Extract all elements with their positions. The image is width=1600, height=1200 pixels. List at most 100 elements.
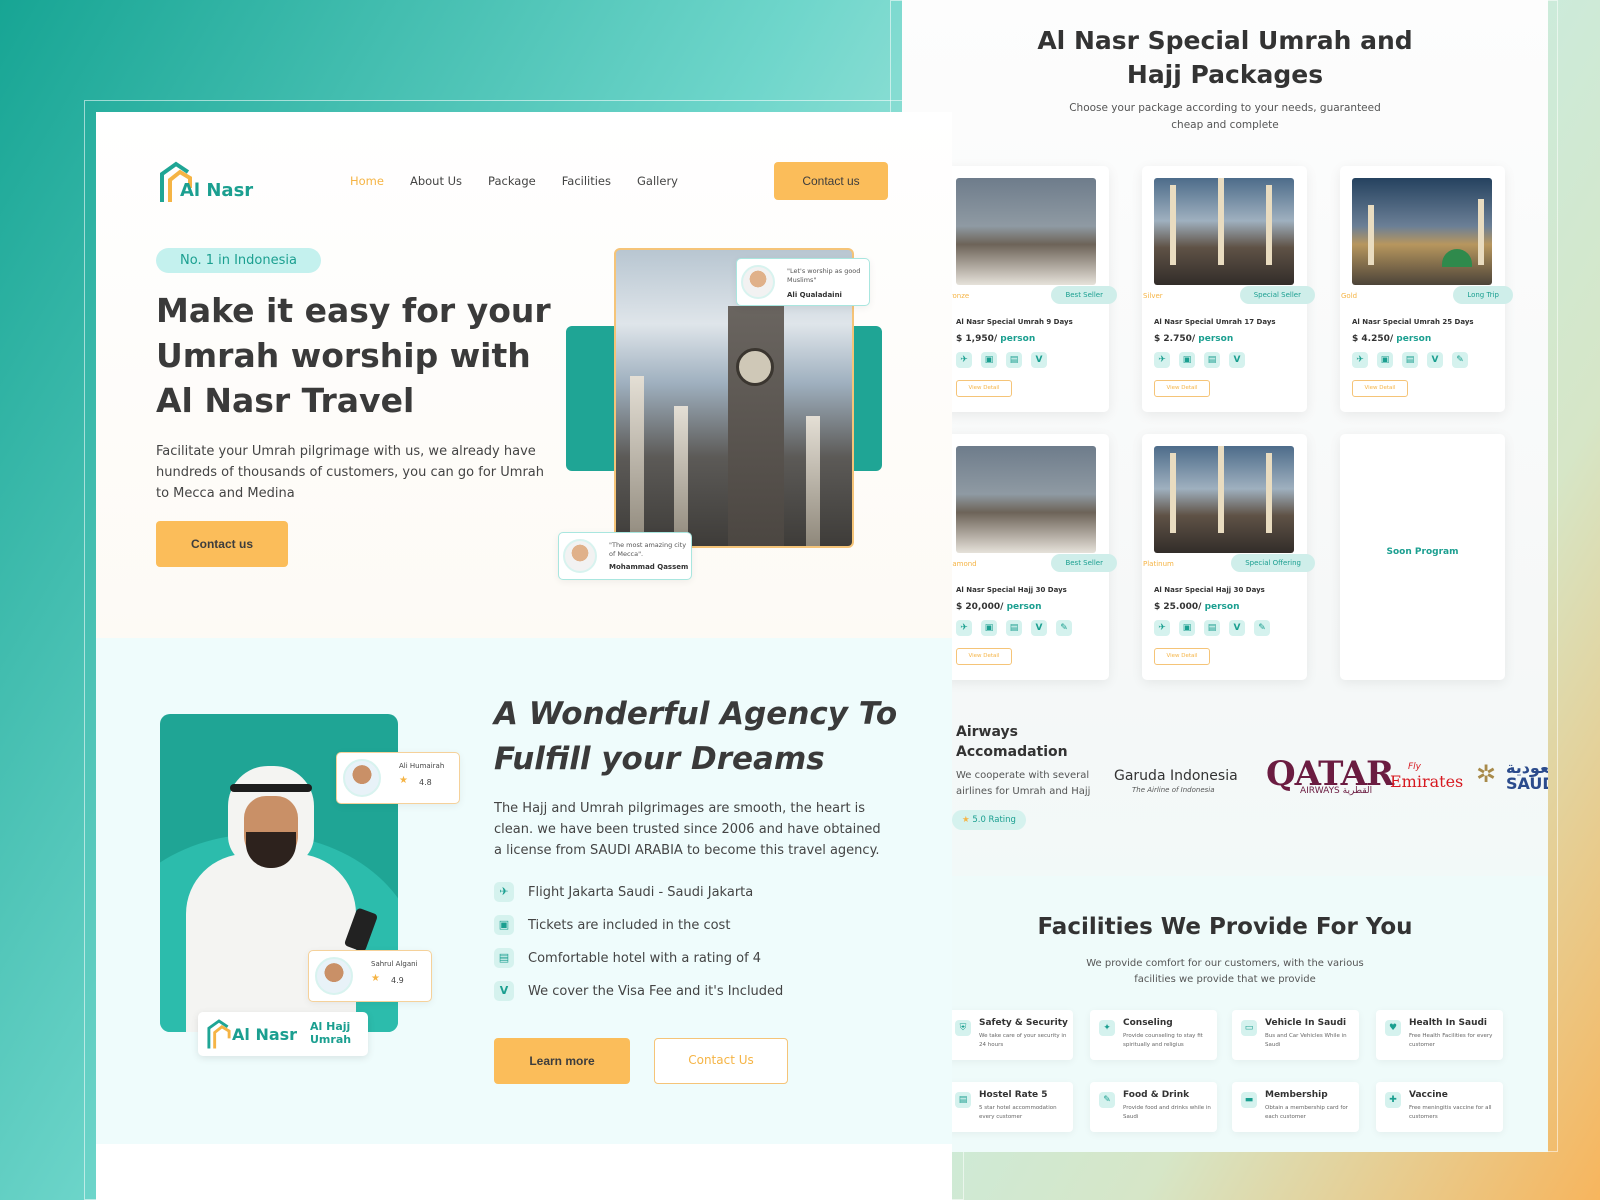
card-icon: ▬	[1241, 1092, 1257, 1108]
star-icon: ★	[371, 973, 380, 984]
package-badge: Best Seller	[1051, 286, 1117, 304]
view-detail-button[interactable]: View Detail	[1154, 648, 1210, 665]
learn-more-button[interactable]: Learn more	[494, 1038, 630, 1084]
packages-title: Al Nasr Special Umrah and Hajj Packages	[1037, 26, 1413, 89]
plane-icon: ✈	[1154, 620, 1170, 636]
syringe-icon: ✚	[1385, 1092, 1401, 1108]
emirates-logo-fly: Fly	[1408, 762, 1422, 772]
facility-card: ✚ Vaccine Free meningitis vaccine for al…	[1376, 1082, 1503, 1132]
view-detail-button[interactable]: View Detail	[1154, 380, 1210, 397]
nav-contact-button[interactable]: Contact us	[774, 162, 888, 200]
avatar	[741, 265, 775, 299]
package-amenities: ✈ ▣ ▤ V ✎	[1154, 620, 1270, 636]
package-card-diamond[interactable]: Diamond Best Seller Al Nasr Special Hajj…	[944, 434, 1117, 680]
facility-card: ♥ Health In Saudi Free Health Facilities…	[1376, 1010, 1503, 1060]
house-logo-icon	[207, 1019, 231, 1049]
airways-rating-badge: ★ 5.0 Rating	[952, 810, 1026, 830]
nav-about[interactable]: About Us	[410, 174, 462, 188]
package-amenities: ✈ ▣ ▤ V	[1154, 352, 1245, 368]
testimonial-card: "Let's worship as good Muslims" Ali Qual…	[736, 258, 870, 306]
airways-title: Airways Accomadation	[956, 724, 1068, 760]
plane-icon: ✈	[956, 620, 972, 636]
view-detail-button[interactable]: View Detail	[956, 648, 1012, 665]
emirates-logo: Emirates	[1390, 772, 1464, 791]
facility-card: ▭ Vehicle In Saudi Bus and Car Vehicles …	[1232, 1010, 1359, 1060]
heart-icon: ♥	[1385, 1020, 1401, 1036]
saudia-logo: السعودية SAUDIA	[1506, 758, 1548, 793]
package-price: $ 20,000/ person	[956, 602, 1042, 612]
bus-icon: ▭	[1241, 1020, 1257, 1036]
agency-section: Ali Humairah ★ 4.8 Sahrul Algani ★ 4.9 A…	[96, 638, 952, 1144]
package-name: Al Nasr Special Umrah 17 Days	[1154, 318, 1276, 326]
plane-icon: ✈	[494, 882, 514, 902]
view-detail-button[interactable]: View Detail	[1352, 380, 1408, 397]
ticket-icon: ▣	[1179, 620, 1195, 636]
package-tier: Silver	[1143, 292, 1163, 300]
food-icon: ✎	[1452, 352, 1468, 368]
plane-icon: ✈	[956, 352, 972, 368]
plane-icon: ✈	[1352, 352, 1368, 368]
package-card-silver[interactable]: Silver Special Seller Al Nasr Special Um…	[1142, 166, 1315, 412]
facilities-subtitle: We provide comfort for our customers, wi…	[1086, 958, 1364, 985]
feature-item: V We cover the Visa Fee and it's Include…	[494, 981, 783, 1001]
package-image	[956, 446, 1096, 553]
star-icon: ★	[962, 815, 970, 825]
nav-package[interactable]: Package	[488, 174, 536, 188]
ticket-icon: ▣	[981, 352, 997, 368]
hotel-icon: ▤	[955, 1092, 971, 1108]
saudia-palm-icon: ✲	[1476, 760, 1497, 788]
facilities-title: Facilities We Provide For You	[1037, 914, 1413, 940]
package-name: Al Nasr Special Hajj 30 Days	[956, 586, 1067, 594]
package-amenities: ✈ ▣ ▤ V ✎	[956, 620, 1072, 636]
facilities-section: Facilities We Provide For You We provide…	[902, 876, 1548, 1152]
package-price: $ 2.750/ person	[1154, 334, 1234, 344]
qatar-logo-sub: AIRWAYS القطرية	[1300, 786, 1373, 796]
package-card-platinum[interactable]: Platinum Special Offering Al Nasr Specia…	[1142, 434, 1315, 680]
hotel-icon: ▤	[1006, 352, 1022, 368]
package-badge: Long Trip	[1453, 286, 1513, 304]
feature-item: ▤ Comfortable hotel with a rating of 4	[494, 948, 761, 968]
package-amenities: ✈ ▣ ▤ V ✎	[1352, 352, 1468, 368]
feature-item: ✈ Flight Jakarta Saudi - Saudi Jakarta	[494, 882, 753, 902]
hero-contact-button[interactable]: Contact us	[156, 521, 288, 567]
airways-description: We cooperate with several airlines for U…	[956, 770, 1091, 797]
plane-icon: ✈	[1154, 352, 1170, 368]
package-tier: Gold	[1341, 292, 1358, 300]
visa-icon: V	[1229, 352, 1245, 368]
ticket-icon: ▣	[1179, 352, 1195, 368]
package-tier: Platinum	[1143, 560, 1174, 568]
facility-card: ▬ Membership Obtain a membership card fo…	[1232, 1082, 1359, 1132]
main-nav: Home About Us Package Facilities Gallery	[350, 174, 678, 188]
garuda-logo-tagline: The Airline of Indonesia	[1132, 786, 1215, 794]
package-card-gold[interactable]: Gold Long Trip Al Nasr Special Umrah 25 …	[1340, 166, 1513, 412]
nav-gallery[interactable]: Gallery	[637, 174, 678, 188]
hotel-icon: ▤	[1204, 352, 1220, 368]
visa-icon: V	[494, 981, 514, 1001]
testimonial-card: "The most amazing city of Mecca". Mohamm…	[558, 532, 692, 580]
view-detail-button[interactable]: View Detail	[956, 380, 1012, 397]
visa-icon: V	[1031, 352, 1047, 368]
packages-subtitle: Choose your package according to your ne…	[1069, 102, 1381, 131]
facility-card: ✎ Food & Drink Provide food and drinks w…	[1090, 1082, 1217, 1132]
visa-icon: V	[1031, 620, 1047, 636]
package-image	[1154, 178, 1294, 285]
star-icon: ★	[399, 775, 408, 786]
ticket-icon: ▣	[494, 915, 514, 935]
avatar	[343, 759, 381, 797]
agency-description: The Hajj and Umrah pilgrimages are smoot…	[494, 801, 881, 858]
hero-description: Facilitate your Umrah pilgrimage with us…	[156, 444, 545, 501]
hotel-icon: ▤	[1204, 620, 1220, 636]
shield-icon: ⛨	[955, 1020, 971, 1036]
hotel-icon: ▤	[494, 948, 514, 968]
package-price: $ 25.000/ person	[1154, 602, 1240, 612]
hotel-icon: ▤	[1402, 352, 1418, 368]
nav-facilities[interactable]: Facilities	[562, 174, 611, 188]
agency-title: A Wonderful Agency To Fulfill your Dream…	[494, 696, 898, 777]
contact-us-outline-button[interactable]: Contact Us	[654, 1038, 788, 1084]
package-badge: Special Offering	[1231, 554, 1315, 572]
package-card-bronze[interactable]: Bronze Best Seller Al Nasr Special Umrah…	[944, 166, 1117, 412]
brand-logo[interactable]: Al Nasr	[158, 160, 253, 204]
food-icon: ✎	[1056, 620, 1072, 636]
nav-home[interactable]: Home	[350, 174, 384, 188]
food-icon: ✎	[1099, 1092, 1115, 1108]
